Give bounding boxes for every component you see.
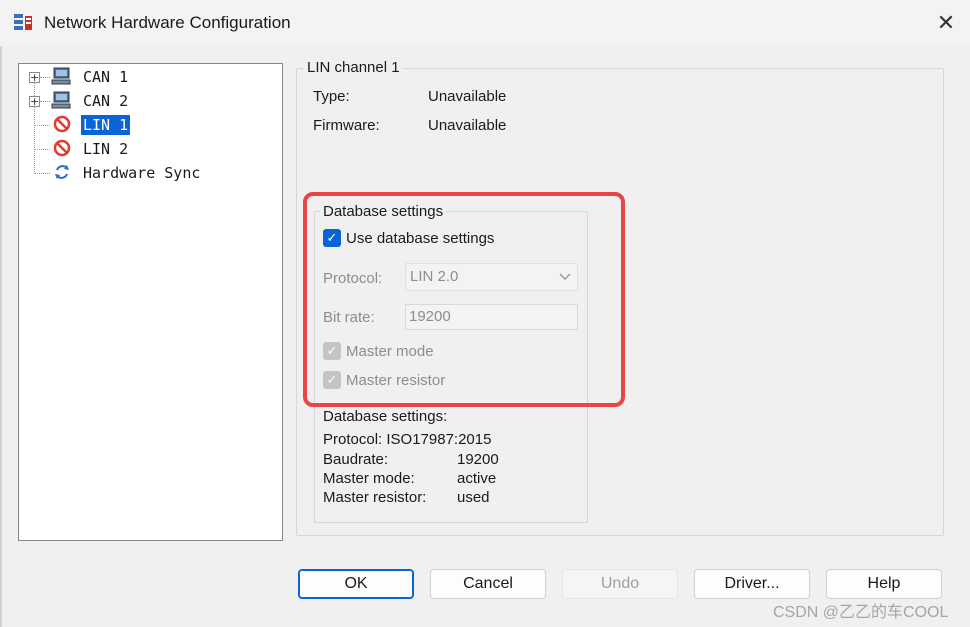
type-label: Type:	[313, 88, 350, 105]
summary-baudrate-value: 19200	[457, 451, 499, 468]
ok-button[interactable]: OK	[298, 569, 414, 599]
bit-rate-field[interactable]: 19200	[405, 304, 578, 330]
window-title: Network Hardware Configuration	[44, 13, 291, 32]
undo-button[interactable]: Undo	[562, 569, 678, 599]
unavailable-icon	[53, 115, 71, 133]
protocol-label: Protocol:	[323, 270, 383, 287]
type-value: Unavailable	[428, 88, 507, 105]
tree-item-hardware-sync[interactable]: Hardware Sync	[19, 162, 282, 184]
summary-protocol: Protocol: ISO17987:2015	[323, 431, 492, 448]
protocol-select[interactable]: LIN 2.0	[405, 263, 578, 291]
tree-item-label: LIN 1	[79, 114, 132, 136]
tree-item-lin1[interactable]: LIN 1	[19, 114, 282, 136]
network-config-icon	[14, 14, 32, 30]
channel-tree[interactable]: + CAN 1 + CAN 2 LIN 1 LIN 2 Hardware Syn…	[18, 63, 283, 541]
lin-channel-group-label: LIN channel 1	[304, 59, 403, 76]
close-icon: ✕	[936, 10, 956, 35]
database-settings-group-label: Database settings	[320, 203, 447, 220]
tree-item-lin2[interactable]: LIN 2	[19, 138, 282, 160]
cancel-button[interactable]: Cancel	[430, 569, 546, 599]
tree-item-label: Hardware Sync	[83, 164, 201, 182]
help-button[interactable]: Help	[826, 569, 942, 599]
tree-item-label: CAN 1	[83, 68, 129, 86]
expand-icon[interactable]: +	[29, 72, 40, 83]
tree-item-label: LIN 2	[83, 140, 129, 158]
bit-rate-label: Bit rate:	[323, 309, 375, 326]
driver-button[interactable]: Driver...	[694, 569, 810, 599]
protocol-value: LIN 2.0	[410, 268, 459, 285]
use-database-settings-label[interactable]: Use database settings	[346, 230, 494, 247]
tree-item-can1[interactable]: + CAN 1	[19, 66, 282, 88]
summary-master-resistor-label: Master resistor:	[323, 489, 427, 506]
master-mode-label: Master mode	[346, 343, 434, 360]
window-edge	[0, 46, 2, 627]
summary-baudrate-label: Baudrate:	[323, 451, 389, 468]
master-mode-checkbox[interactable]: ✓	[323, 342, 341, 360]
use-database-settings-checkbox[interactable]: ✓	[323, 229, 341, 247]
tree-item-label: CAN 2	[83, 92, 129, 110]
computer-icon	[51, 67, 71, 85]
close-button[interactable]: ✕	[922, 0, 970, 46]
summary-master-mode-label: Master mode:	[323, 470, 415, 487]
firmware-value: Unavailable	[428, 117, 507, 134]
title-bar: Network Hardware Configuration ✕	[0, 0, 970, 46]
bit-rate-value: 19200	[409, 308, 451, 325]
master-resistor-label: Master resistor	[346, 372, 446, 389]
tree-item-can2[interactable]: + CAN 2	[19, 90, 282, 112]
chevron-down-icon	[559, 273, 571, 281]
watermark-text: CSDN @乙乙的车COOL	[773, 604, 949, 621]
master-resistor-checkbox[interactable]: ✓	[323, 371, 341, 389]
sync-icon	[55, 165, 69, 179]
computer-icon	[51, 91, 71, 109]
expand-icon[interactable]: +	[29, 96, 40, 107]
summary-master-resistor-value: used	[457, 489, 490, 506]
summary-heading: Database settings:	[323, 408, 448, 425]
unavailable-icon	[53, 139, 71, 157]
summary-master-mode-value: active	[457, 470, 497, 487]
firmware-label: Firmware:	[313, 117, 380, 134]
